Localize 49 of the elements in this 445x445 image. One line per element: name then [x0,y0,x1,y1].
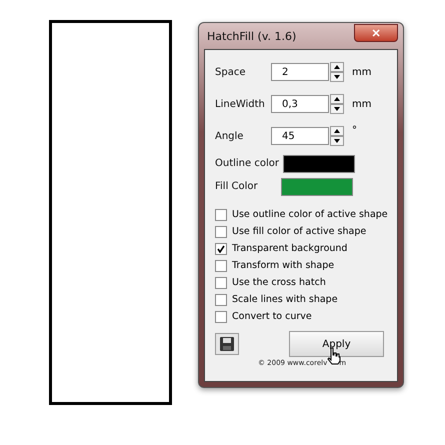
field-label: Angle [215,130,244,142]
checkbox[interactable] [215,260,227,272]
down-arrow-button[interactable] [330,104,344,114]
down-arrow-button[interactable] [330,72,344,82]
unit-label: mm [352,98,372,110]
checkbox[interactable] [215,276,227,288]
option-label: Use outline color of active shape [232,209,388,220]
unit-label: mm [352,66,372,78]
color-label: Outline color [215,158,279,169]
input-field[interactable]: 0,3 [271,95,329,113]
option-label: Convert to curve [232,311,312,322]
field-label: Space [215,66,246,78]
color-label: Fill Color [215,181,259,192]
up-triangle-icon [334,97,340,101]
checkbox[interactable] [215,208,227,220]
checkbox-option[interactable]: Use outline color of active shape [215,208,389,221]
checkbox[interactable] [215,294,227,306]
unit-label: ° [352,125,357,136]
checkbox-option[interactable]: Transparent background [215,242,389,255]
checkbox[interactable] [215,226,227,238]
checkbox-option[interactable]: Convert to curve [215,310,389,323]
color-swatch[interactable] [282,154,355,172]
checkbox-option[interactable]: Use fill color of active shape [215,225,389,238]
color-swatch[interactable] [281,178,353,196]
input-field[interactable]: 45 [271,127,329,145]
checkbox-option[interactable]: Scale lines with shape [215,293,389,306]
down-triangle-icon [334,75,340,79]
down-triangle-icon [334,139,340,143]
up-arrow-button[interactable] [330,126,344,136]
window-title: HatchFill (v. 1.6) [206,30,296,42]
up-arrow-button[interactable] [330,94,344,104]
checkbox-option[interactable]: Use the cross hatch [215,276,389,289]
down-triangle-icon [334,107,340,111]
option-label: Scale lines with shape [232,294,338,305]
down-arrow-button[interactable] [330,136,344,146]
checkbox-option[interactable]: Transform with shape [215,259,389,272]
option-label: Use fill color of active shape [232,226,366,237]
field-label: LineWidth [215,98,266,110]
save-button[interactable] [215,333,239,355]
option-label: Use the cross hatch [232,277,326,288]
option-label: Transform with shape [232,260,334,271]
up-arrow-button[interactable] [330,62,344,72]
checkbox[interactable] [215,242,227,254]
input-field[interactable]: 2 [271,63,329,81]
up-triangle-icon [334,129,340,133]
apply-button[interactable]: Apply [289,331,384,357]
checkbox[interactable] [215,310,227,322]
option-label: Transparent background [232,243,348,254]
up-triangle-icon [334,65,340,69]
